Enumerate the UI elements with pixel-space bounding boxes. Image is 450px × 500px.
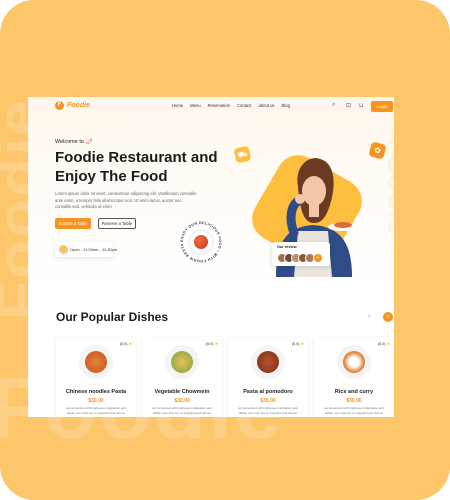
dish-name: Vegetable Chowmein (154, 389, 210, 395)
hero-title: Foodie Restaurant and Enjoy The Food (55, 149, 218, 185)
food-image (171, 351, 193, 373)
dish-rating: (5.0) ★ (206, 341, 218, 346)
search-icon[interactable]: ⌕ (332, 102, 335, 109)
star-icon: ★ (300, 342, 304, 346)
star-icon: ★ (214, 342, 218, 346)
dish-name: Rice and curry (334, 389, 374, 395)
rating-value: (5.0) (377, 342, 386, 346)
dish-price: $30.00 (346, 398, 362, 404)
more-reviews-button[interactable]: + (313, 253, 323, 263)
dish-description: we domecines with righteous indignation … (324, 406, 384, 415)
dish-rating: (5.0) ★ (292, 341, 304, 346)
canvas: Foodie Foodie F Foodie Home Menu Reserva… (0, 0, 450, 500)
dish-description: we domecines with righteous indignation … (152, 406, 212, 415)
hero-description: Lorem ipsum dolor sit amet, consectetur … (55, 191, 196, 209)
review-card: Our review + (272, 242, 330, 266)
badge-dish-image (190, 231, 212, 253)
dish-price: $30.00 (88, 398, 104, 404)
dish-price: $30.00 (260, 398, 276, 404)
dish-name: Pasta al pomodoro (243, 389, 293, 395)
reserve-table-button[interactable]: Reserve a Table (98, 218, 136, 229)
dish-image (165, 345, 199, 379)
welcome-label: Welcome to (55, 139, 84, 145)
dish-rating: (5.0) ★ (378, 341, 390, 346)
dish-price: $30.00 (174, 398, 190, 404)
login-button[interactable]: Login (371, 101, 393, 112)
rating-value: (5.0) (205, 342, 214, 346)
welcome-text: Welcome to 🌶 (55, 139, 92, 145)
food-image (343, 351, 365, 373)
nav-link-blog[interactable]: Blog (282, 103, 290, 108)
dish-image (79, 345, 113, 379)
scooter-icon: ⛟ (233, 145, 252, 164)
dish-description: we domecines with righteous indignation … (66, 406, 126, 415)
bag-icon[interactable]: ⊡ (346, 102, 351, 109)
dish-card[interactable]: (5.0) ★ Chinese noodles Pasta $30.00 we … (56, 337, 136, 417)
explore-menu-button[interactable]: Explore a Table (55, 218, 91, 229)
hours-text: Open : 11:00am - 11:30pm (70, 247, 118, 252)
rating-value: (5.0) (291, 342, 300, 346)
hero-section: Foodie Welcome to 🌶 Foodie Restaurant an… (28, 117, 394, 292)
nav-link-reservation[interactable]: Reservation (208, 103, 230, 108)
food-image (257, 351, 279, 373)
rotating-badge: ENJOY OUR DELICIOUS FOOD • WITH FOODIE R… (178, 219, 224, 265)
logo-icon: F (55, 101, 64, 110)
nav-link-menu[interactable]: Menu (190, 103, 200, 108)
dish-card[interactable]: (5.0) ★ Vegetable Chowmein $30.00 we dom… (142, 337, 222, 417)
nav-link-contact[interactable]: Contact (237, 103, 251, 108)
nav-link-about[interactable]: about us (258, 103, 274, 108)
website-mockup: F Foodie Home Menu Reservation Contact a… (28, 97, 394, 417)
rating-value: (5.0) (119, 342, 128, 346)
star-icon: ★ (128, 342, 132, 346)
dish-card[interactable]: (5.0) ★ Rice and curry $30.00 we domecin… (314, 337, 394, 417)
dish-card[interactable]: (5.0) ★ Pasta al pomodoro $30.00 we dome… (228, 337, 308, 417)
dish-name: Chinese noodles Pasta (65, 389, 127, 395)
food-image (85, 351, 107, 373)
review-title: Our review (277, 245, 297, 249)
popular-dishes-title: Our Popular Dishes (56, 310, 169, 324)
navbar: F Foodie Home Menu Reservation Contact a… (28, 97, 394, 117)
cart-icon[interactable]: ⊔ (359, 102, 364, 109)
nav-menu: Home Menu Reservation Contact about us B… (172, 103, 290, 108)
carousel-prev-button[interactable]: ‹ (368, 313, 370, 320)
carousel-next-button[interactable]: › (383, 312, 393, 322)
nav-link-home[interactable]: Home (172, 103, 183, 108)
dish-description: we domecines with righteous indignation … (238, 406, 298, 415)
chili-icon: 🌶 (85, 139, 93, 145)
logo[interactable]: F Foodie (55, 101, 90, 110)
dish-image (251, 345, 285, 379)
dish-rating: (5.0) ★ (120, 341, 132, 346)
clock-icon (59, 245, 68, 254)
dish-image (337, 345, 371, 379)
star-icon: ★ (386, 342, 390, 346)
opening-hours: Open : 11:00am - 11:30pm (55, 242, 117, 257)
logo-text: Foodie (67, 102, 90, 109)
